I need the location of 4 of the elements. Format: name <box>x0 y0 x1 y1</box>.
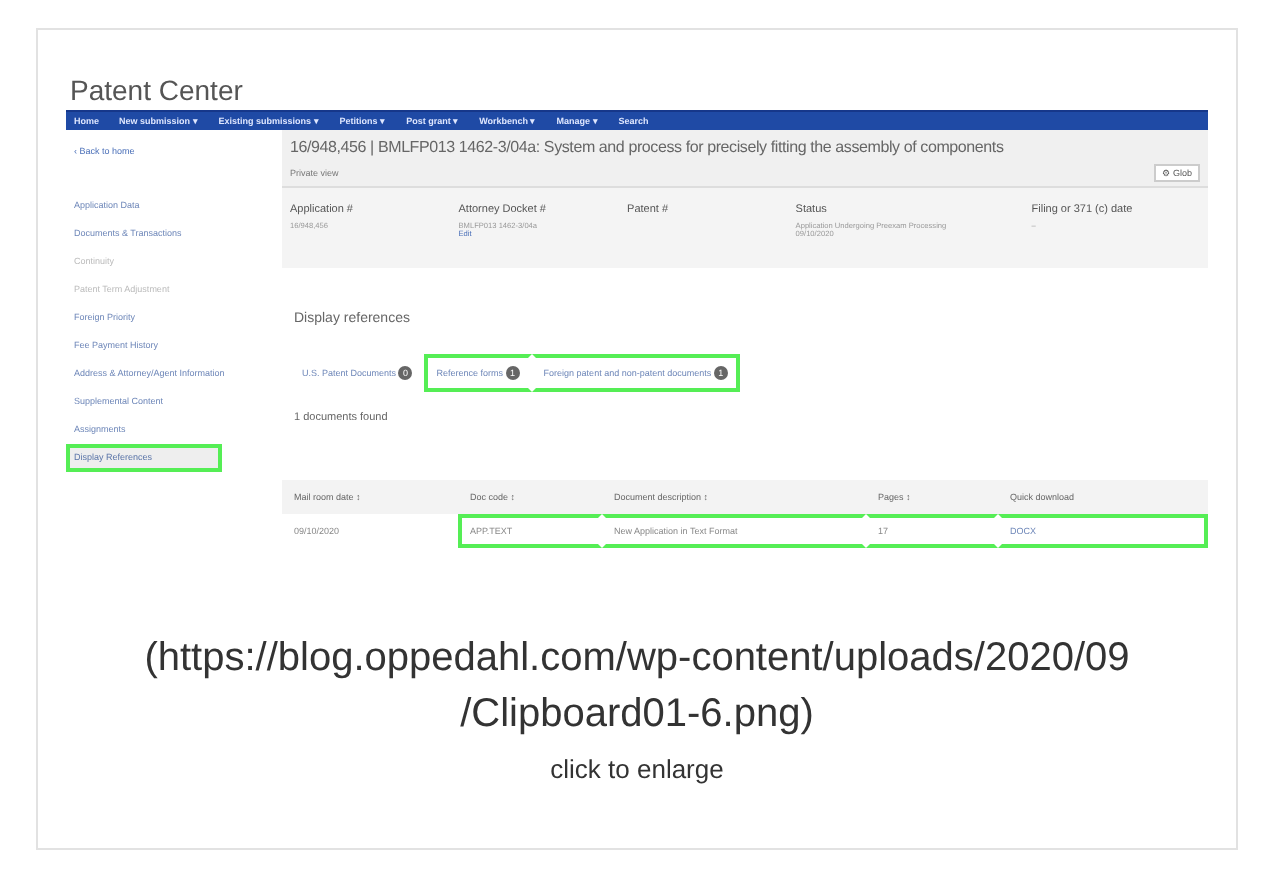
application-heading: 16/948,456 | BMLFP013 1462-3/04a: System and process for precisely fitting the assembly of components <box>290 138 1006 156</box>
enlarge-note: click to enlarge <box>548 754 726 784</box>
image-url: (https://blog.oppedahl.com/wp-content/uploads/2020/09/Clipboard01-6.png) <box>142 634 1132 740</box>
app-title: Patent Center <box>68 74 245 110</box>
